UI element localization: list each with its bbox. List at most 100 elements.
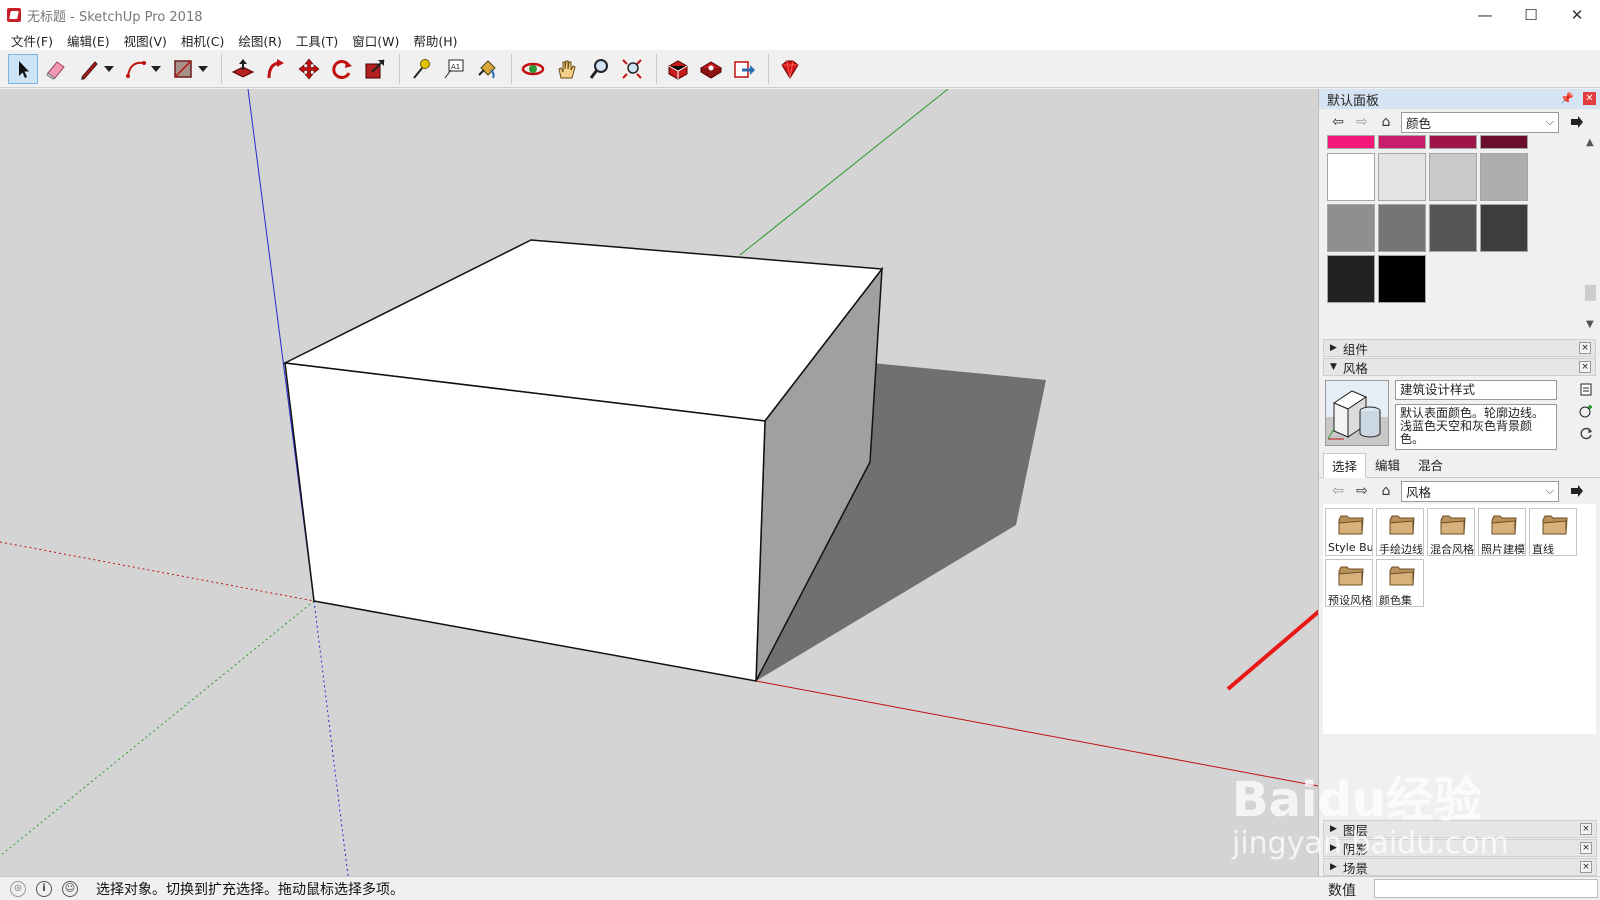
- section-close-button[interactable]: ×: [1580, 823, 1592, 835]
- forward-arrow-icon[interactable]: ⇨: [1353, 482, 1371, 500]
- shape-dropdown[interactable]: [197, 54, 209, 84]
- back-arrow-icon[interactable]: ⇦: [1329, 113, 1347, 131]
- scroll-down-icon[interactable]: ▼: [1586, 319, 1594, 330]
- tape-measure-tool-button[interactable]: [406, 54, 436, 84]
- menu-tools[interactable]: 工具(T): [289, 31, 345, 50]
- arc-tool-button[interactable]: [121, 54, 151, 84]
- color-swatch[interactable]: [1327, 255, 1375, 303]
- color-swatch[interactable]: [1378, 255, 1426, 303]
- zoom-extents-tool-button[interactable]: [617, 54, 647, 84]
- dropdown-arrow-icon: [104, 65, 114, 72]
- geo-location-icon[interactable]: ⊙: [10, 880, 26, 897]
- materials-nav: ⇦ ⇨ ⌂ 颜色 ⌵: [1319, 109, 1600, 135]
- push-pull-tool-button[interactable]: [228, 54, 258, 84]
- tray-close-button[interactable]: ✕: [1583, 92, 1596, 105]
- color-swatch[interactable]: [1327, 135, 1375, 149]
- style-name-field[interactable]: 建筑设计样式: [1395, 380, 1557, 400]
- section-close-button[interactable]: ×: [1580, 842, 1592, 854]
- color-swatch[interactable]: [1429, 204, 1477, 252]
- orbit-tool-button[interactable]: [518, 54, 548, 84]
- tray-title: 默认面板: [1327, 93, 1380, 109]
- eraser-tool-button[interactable]: [41, 54, 71, 84]
- paint-bucket-tool-button[interactable]: [472, 54, 502, 84]
- color-swatch[interactable]: [1378, 135, 1426, 149]
- measurements-input[interactable]: [1374, 879, 1598, 898]
- move-icon: [298, 58, 320, 79]
- section-close-button[interactable]: ×: [1579, 361, 1591, 373]
- update-style-icon[interactable]: [1578, 381, 1594, 397]
- layers-section-header[interactable]: ▶ 图层 ×: [1323, 820, 1597, 838]
- section-close-button[interactable]: ×: [1580, 861, 1592, 873]
- home-icon[interactable]: ⌂: [1377, 482, 1395, 500]
- scenes-section-header[interactable]: ▶ 场景 ×: [1323, 858, 1597, 876]
- style-folder[interactable]: 直线: [1529, 508, 1577, 556]
- layers-label: 图层: [1342, 822, 1368, 838]
- color-swatch[interactable]: [1378, 153, 1426, 201]
- style-description-field[interactable]: 默认表面颜色。轮廓边线。浅蓝色天空和灰色背景颜色。: [1395, 404, 1557, 450]
- scroll-up-icon[interactable]: ▲: [1586, 137, 1594, 148]
- style-folder[interactable]: Style Buil: [1325, 508, 1373, 556]
- arc-dropdown[interactable]: [150, 54, 162, 84]
- color-swatch[interactable]: [1378, 204, 1426, 252]
- pan-tool-button[interactable]: [551, 54, 581, 84]
- extension-warehouse-button[interactable]: [696, 54, 726, 84]
- components-section-header[interactable]: ▶ 组件 ×: [1323, 339, 1596, 357]
- create-style-icon[interactable]: [1578, 403, 1594, 419]
- pin-icon[interactable]: 📌: [1560, 92, 1574, 105]
- menu-draw[interactable]: 绘图(R): [231, 31, 288, 50]
- color-swatch[interactable]: [1480, 204, 1528, 252]
- menu-file[interactable]: 文件(F): [4, 31, 60, 50]
- user-account-icon[interactable]: ☺: [62, 880, 78, 897]
- styles-section-header[interactable]: ▼ 风格 ×: [1323, 358, 1596, 376]
- details-arrow-icon[interactable]: [1569, 483, 1585, 499]
- scroll-thumb[interactable]: [1585, 285, 1596, 301]
- warehouse-button[interactable]: [663, 54, 693, 84]
- refresh-icon[interactable]: [1578, 425, 1594, 441]
- drawing-area[interactable]: [0, 89, 1318, 876]
- forward-arrow-icon[interactable]: ⇨: [1353, 113, 1371, 131]
- color-swatch[interactable]: [1480, 135, 1528, 149]
- ruby-console-button[interactable]: [775, 54, 805, 84]
- line-dropdown[interactable]: [103, 54, 115, 84]
- color-swatch[interactable]: [1327, 204, 1375, 252]
- line-tool-button[interactable]: [74, 54, 104, 84]
- menu-window[interactable]: 窗口(W): [345, 31, 406, 50]
- minimize-button[interactable]: —: [1462, 0, 1508, 30]
- style-folder[interactable]: 预设风格: [1325, 559, 1373, 607]
- sketchup-logo-icon: [7, 8, 21, 22]
- close-button[interactable]: ✕: [1554, 0, 1600, 30]
- style-folder[interactable]: 混合风格: [1427, 508, 1475, 556]
- section-close-button[interactable]: ×: [1579, 342, 1591, 354]
- style-folder[interactable]: 颜色集: [1376, 559, 1424, 607]
- rotate-tool-button[interactable]: [327, 54, 357, 84]
- style-folder[interactable]: 照片建模: [1478, 508, 1526, 556]
- menu-help[interactable]: 帮助(H): [406, 31, 464, 50]
- folder-icon: [1338, 566, 1364, 586]
- follow-me-tool-button[interactable]: [261, 54, 291, 84]
- scale-tool-button[interactable]: [360, 54, 390, 84]
- info-icon[interactable]: i: [36, 880, 52, 897]
- style-folder[interactable]: 手绘边线: [1376, 508, 1424, 556]
- details-arrow-icon[interactable]: [1569, 114, 1585, 130]
- menu-view[interactable]: 视图(V): [117, 31, 174, 50]
- menu-camera[interactable]: 相机(C): [174, 31, 231, 50]
- swatch-scrollbar[interactable]: ▲ ▼: [1582, 135, 1600, 335]
- back-arrow-icon[interactable]: ⇦: [1329, 482, 1347, 500]
- select-tool-button[interactable]: [8, 53, 38, 84]
- send-to-layout-button[interactable]: [729, 54, 759, 84]
- zoom-tool-button[interactable]: [584, 54, 614, 84]
- color-swatch[interactable]: [1429, 153, 1477, 201]
- home-icon[interactable]: ⌂: [1377, 113, 1395, 131]
- menu-edit[interactable]: 编辑(E): [60, 31, 117, 50]
- maximize-button[interactable]: ☐: [1508, 0, 1554, 30]
- color-swatch[interactable]: [1480, 153, 1528, 201]
- tab-select[interactable]: 选择: [1323, 453, 1367, 478]
- rectangle-tool-button[interactable]: [168, 54, 198, 84]
- color-swatch[interactable]: [1429, 135, 1477, 149]
- move-tool-button[interactable]: [294, 54, 324, 84]
- text-tool-button[interactable]: A1: [439, 54, 469, 84]
- materials-collection-select[interactable]: 颜色 ⌵: [1401, 111, 1559, 133]
- color-swatch[interactable]: [1327, 153, 1375, 201]
- shadows-section-header[interactable]: ▶ 阴影 ×: [1323, 839, 1597, 857]
- styles-collection-select[interactable]: 风格 ⌵: [1401, 480, 1559, 502]
